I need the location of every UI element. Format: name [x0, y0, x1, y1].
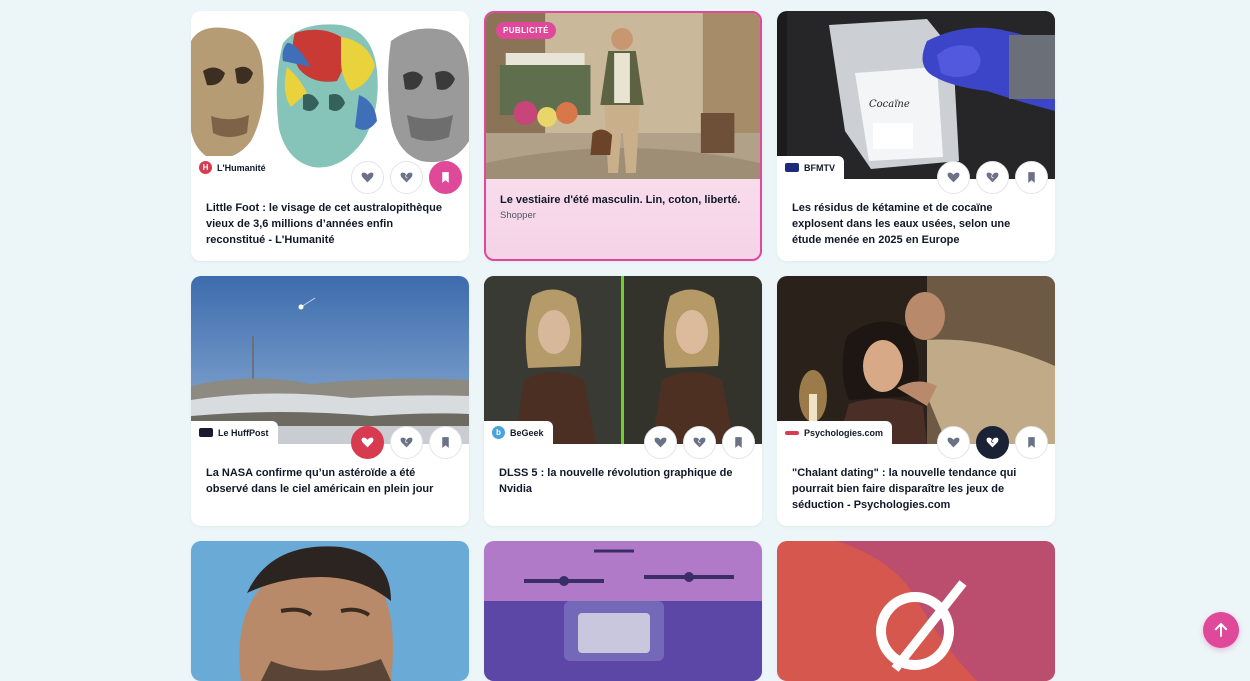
card-actions: [351, 426, 462, 459]
ad-badge: PUBLICITÉ: [496, 22, 556, 39]
bookmark-icon: [1028, 172, 1035, 183]
source-name: Le HuffPost: [218, 427, 269, 438]
arrow-up-icon: [1214, 623, 1228, 637]
news-card[interactable]: [777, 541, 1055, 681]
article-thumbnail[interactable]: [191, 11, 469, 179]
article-title[interactable]: Les résidus de kétamine et de cocaïne ex…: [792, 200, 1041, 248]
source-name: L'Humanité: [217, 162, 266, 173]
bookmark-button[interactable]: [429, 161, 462, 194]
bookmark-icon: [442, 437, 449, 448]
broken-heart-icon: [400, 437, 413, 448]
article-thumbnail[interactable]: [484, 541, 762, 681]
source-label[interactable]: Le HuffPost: [191, 421, 278, 444]
news-card[interactable]: Le HuffPost La NASA confirme qu’un astér…: [191, 276, 469, 526]
bfmtv-logo-icon: [785, 163, 799, 172]
article-thumbnail[interactable]: [777, 541, 1055, 681]
source-name: Psychologies.com: [804, 427, 884, 438]
article-thumbnail[interactable]: [191, 276, 469, 444]
article-thumbnail[interactable]: Cocaïne: [777, 11, 1055, 179]
like-button[interactable]: [351, 426, 384, 459]
broken-heart-icon: [986, 172, 999, 183]
broken-heart-icon: [693, 437, 706, 448]
news-card[interactable]: [191, 541, 469, 681]
scroll-to-top-button[interactable]: [1203, 612, 1239, 648]
dislike-button[interactable]: [683, 426, 716, 459]
bookmark-icon: [1028, 437, 1035, 448]
begeek-logo-icon: b: [492, 426, 505, 439]
like-button[interactable]: [351, 161, 384, 194]
card-actions: [937, 161, 1048, 194]
heart-icon: [654, 437, 667, 448]
humanite-logo-icon: H: [199, 161, 212, 174]
bookmark-icon: [735, 437, 742, 448]
source-label[interactable]: b BeGeek: [484, 421, 553, 444]
dislike-button[interactable]: [976, 426, 1009, 459]
sponsored-card[interactable]: PUBLICITÉ Le vestiaire d'été masculin. L…: [484, 11, 762, 261]
news-card[interactable]: Psychologies.com "Chalant dating" : la n…: [777, 276, 1055, 526]
heart-icon: [361, 437, 374, 448]
bookmark-button[interactable]: [1015, 426, 1048, 459]
article-title[interactable]: La NASA confirme qu’un astéroïde a été o…: [206, 465, 455, 497]
bookmark-icon: [442, 172, 449, 183]
dislike-button[interactable]: [390, 426, 423, 459]
news-feed-grid: H L'Humanité Little Foot : le visage de …: [191, 11, 1055, 681]
broken-heart-icon: [986, 437, 999, 448]
heart-icon: [361, 172, 374, 183]
like-button[interactable]: [644, 426, 677, 459]
source-name: BeGeek: [510, 427, 544, 438]
heart-icon: [947, 437, 960, 448]
card-actions: [351, 161, 462, 194]
news-card[interactable]: H L'Humanité Little Foot : le visage de …: [191, 11, 469, 261]
like-button[interactable]: [937, 426, 970, 459]
source-label[interactable]: H L'Humanité: [191, 156, 275, 179]
dislike-button[interactable]: [390, 161, 423, 194]
card-actions: [937, 426, 1048, 459]
svg-text:Cocaïne: Cocaïne: [869, 99, 910, 110]
article-thumbnail[interactable]: [777, 276, 1055, 444]
news-card[interactable]: b BeGeek DLSS 5 : la nouvelle révolution…: [484, 276, 762, 526]
article-title[interactable]: "Chalant dating" : la nouvelle tendance …: [792, 465, 1041, 513]
source-label[interactable]: BFMTV: [777, 156, 844, 179]
news-card[interactable]: [484, 541, 762, 681]
source-label[interactable]: Psychologies.com: [777, 421, 893, 444]
ad-sponsor[interactable]: Shopper: [500, 210, 536, 221]
heart-icon: [947, 172, 960, 183]
article-title[interactable]: Little Foot : le visage de cet australop…: [206, 200, 455, 248]
bookmark-button[interactable]: [1015, 161, 1048, 194]
bookmark-button[interactable]: [722, 426, 755, 459]
dislike-button[interactable]: [976, 161, 1009, 194]
bookmark-button[interactable]: [429, 426, 462, 459]
article-title[interactable]: DLSS 5 : la nouvelle révolution graphiqu…: [499, 465, 748, 497]
news-card[interactable]: Cocaïne BFMTV Les résidus de kétamine et…: [777, 11, 1055, 261]
article-thumbnail[interactable]: [484, 276, 762, 444]
source-name: BFMTV: [804, 162, 835, 173]
ad-title[interactable]: Le vestiaire d'été masculin. Lin, coton,…: [500, 192, 746, 208]
article-thumbnail[interactable]: [191, 541, 469, 681]
card-actions: [644, 426, 755, 459]
psychologies-logo-icon: [785, 430, 799, 435]
like-button[interactable]: [937, 161, 970, 194]
broken-heart-icon: [400, 172, 413, 183]
huffpost-logo-icon: [199, 428, 213, 437]
